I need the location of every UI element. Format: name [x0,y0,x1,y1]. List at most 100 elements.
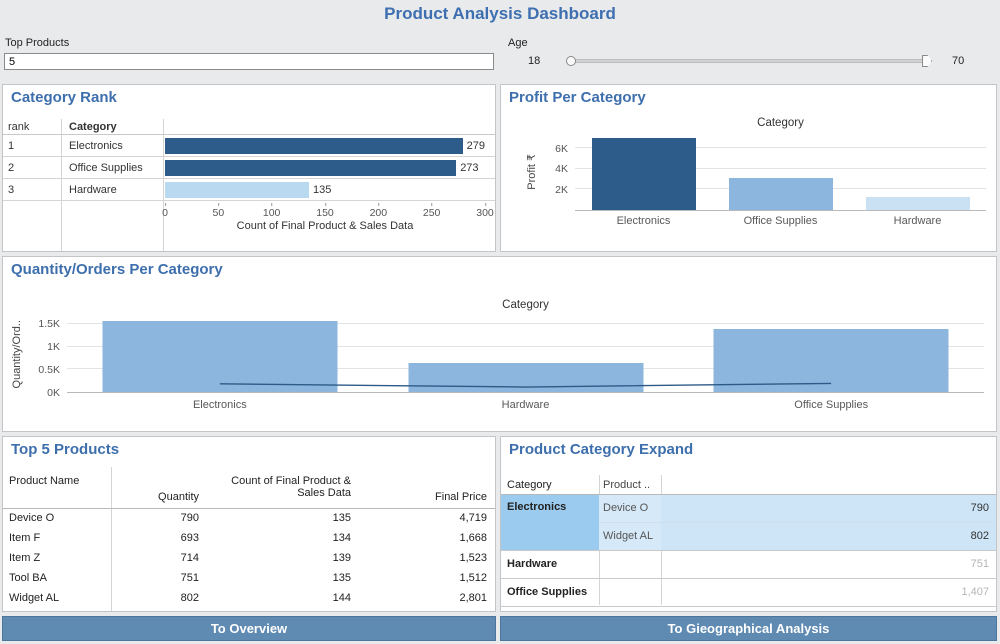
category-cell: Hardware [507,558,557,570]
axis-tick: 1K [47,341,60,353]
profit-y-ticks: 6K 4K 2K [543,133,571,211]
axis-tick: 0.5K [38,364,60,376]
top5-panel: Top 5 Products Product Name Quantity Cou… [2,436,496,612]
age-label: Age [508,37,528,49]
bar-slot [712,133,849,210]
rank-cell: 3 [8,184,14,196]
profit-bars [575,133,986,210]
table-row[interactable]: Device O 790 135 4,719 [3,509,495,529]
product-name-cell: Device O [9,512,54,524]
col-header-product: Product .. [603,479,650,491]
quantity-cell: 790 [113,512,199,524]
age-slider-right-handle[interactable] [922,55,932,67]
profit-column-header: Category [575,117,986,129]
table-row[interactable]: Item F 693 134 1,668 [3,529,495,549]
rank-cell: 1 [8,140,14,152]
profit-bar-electronics[interactable] [592,138,696,210]
quantity-x-labels: Electronics Hardware Office Supplies [67,399,984,411]
x-label: Office Supplies [712,215,849,227]
rank-bar[interactable] [165,160,456,176]
category-rank-row[interactable]: 3 Hardware 135 [3,179,495,201]
category-rank-table: rank Category 1 Electronics 279 2 Office… [3,119,495,251]
price-cell: 1,668 [355,532,487,544]
category-rank-row[interactable]: 2 Office Supplies 273 [3,157,495,179]
quantity-cell: 693 [113,532,199,544]
axis-tick: 4K [555,163,568,175]
profit-bar-office-supplies[interactable] [729,178,833,210]
table-row[interactable]: Tool BA 751 135 1,512 [3,569,495,589]
col-header-final-price: Final Price [355,491,487,503]
profit-x-labels: Electronics Office Supplies Hardware [575,215,986,227]
axis-tick: 2K [555,184,568,196]
axis-tick: 300 [476,207,494,219]
expand-panel: Product Category Expand Category Product… [500,436,997,612]
expand-category-office-supplies[interactable]: Office Supplies 1,407 [501,579,996,607]
profit-plot-area [575,133,986,211]
rank-bar[interactable] [165,138,463,154]
quantity-title: Quantity/Orders Per Category [11,261,223,278]
product-name-cell: Widget AL [9,592,59,604]
to-geographical-analysis-button[interactable]: To Gieographical Analysis [500,616,997,641]
x-label: Hardware [373,399,679,411]
bar-slot [849,133,986,210]
quantity-panel: Quantity/Orders Per Category Category Qu… [2,256,997,432]
table-row[interactable]: Widget AL 802 144 2,801 [3,589,495,609]
value-cell: 790 [661,495,996,522]
x-label: Hardware [849,215,986,227]
col-header-product-name: Product Name [9,475,81,487]
value-cell: 751 [661,558,989,570]
product-name-cell: Tool BA [9,572,47,584]
price-cell: 4,719 [355,512,487,524]
expand-category-hardware[interactable]: Hardware 751 [501,551,996,579]
profit-title: Profit Per Category [509,89,646,106]
product-name-cell: Item F [9,532,40,544]
count-cell: 135 [203,572,351,584]
expand-subrow[interactable]: Device O 790 [599,495,996,523]
profit-panel: Profit Per Category Category Profit ₹ 6K… [500,84,997,252]
table-row[interactable]: Item Z 714 139 1,523 [3,549,495,569]
quantity-plot-area [67,315,984,393]
top5-table: Product Name Quantity Count of Final Pro… [3,437,495,611]
quantity-column-header: Category [67,299,984,311]
x-label: Electronics [67,399,373,411]
quantity-cell: 714 [113,552,199,564]
age-slider-track[interactable] [570,59,926,63]
top-products-label: Top Products [5,37,69,49]
expand-subrow[interactable]: Widget AL 802 [599,523,996,551]
col-header-count: Count of Final Product & Sales Data [203,475,351,499]
col-header-category: Category [507,479,552,491]
expand-category-electronics[interactable]: Electronics [501,495,599,551]
category-rank-title: Category Rank [11,89,117,106]
quantity-y-ticks: 1.5K 1K 0.5K 0K [29,315,63,393]
count-cell: 144 [203,592,351,604]
bar-value-label: 273 [460,162,478,174]
col-header-rank: rank [8,121,29,133]
category-cell: Electronics [69,140,123,152]
category-cell: Office Supplies [69,162,143,174]
count-cell: 139 [203,552,351,564]
profit-bar-hardware[interactable] [866,197,970,210]
axis-tick: 250 [423,207,441,219]
to-overview-button[interactable]: To Overview [2,616,496,641]
category-rank-x-axis: 0 50 100 150 200 250 300 [165,203,485,218]
category-cell: Office Supplies [507,586,587,598]
product-name-cell: Item Z [9,552,40,564]
category-rank-panel: Category Rank rank Category 1 Electronic… [2,84,496,252]
col-header-category: Category [69,121,117,133]
count-cell: 135 [203,512,351,524]
age-slider-left-handle[interactable] [566,56,576,66]
expand-table: Category Product .. Electronics Device O… [501,437,996,611]
x-label: Office Supplies [678,399,984,411]
age-slider[interactable] [566,54,932,68]
axis-tick: 150 [316,207,334,219]
rank-bar[interactable] [165,182,309,198]
category-rank-row[interactable]: 1 Electronics 279 [3,135,495,157]
product-cell: Device O [599,495,661,522]
orders-trend-line[interactable] [67,315,984,392]
x-label: Electronics [575,215,712,227]
quantity-cell: 751 [113,572,199,584]
profit-y-axis-label-wrap: Profit ₹ [523,133,539,211]
quantity-y-axis-label-wrap: Quantity/Ord.. [9,315,25,393]
bar-slot [575,133,712,210]
top-products-input[interactable] [4,53,494,70]
